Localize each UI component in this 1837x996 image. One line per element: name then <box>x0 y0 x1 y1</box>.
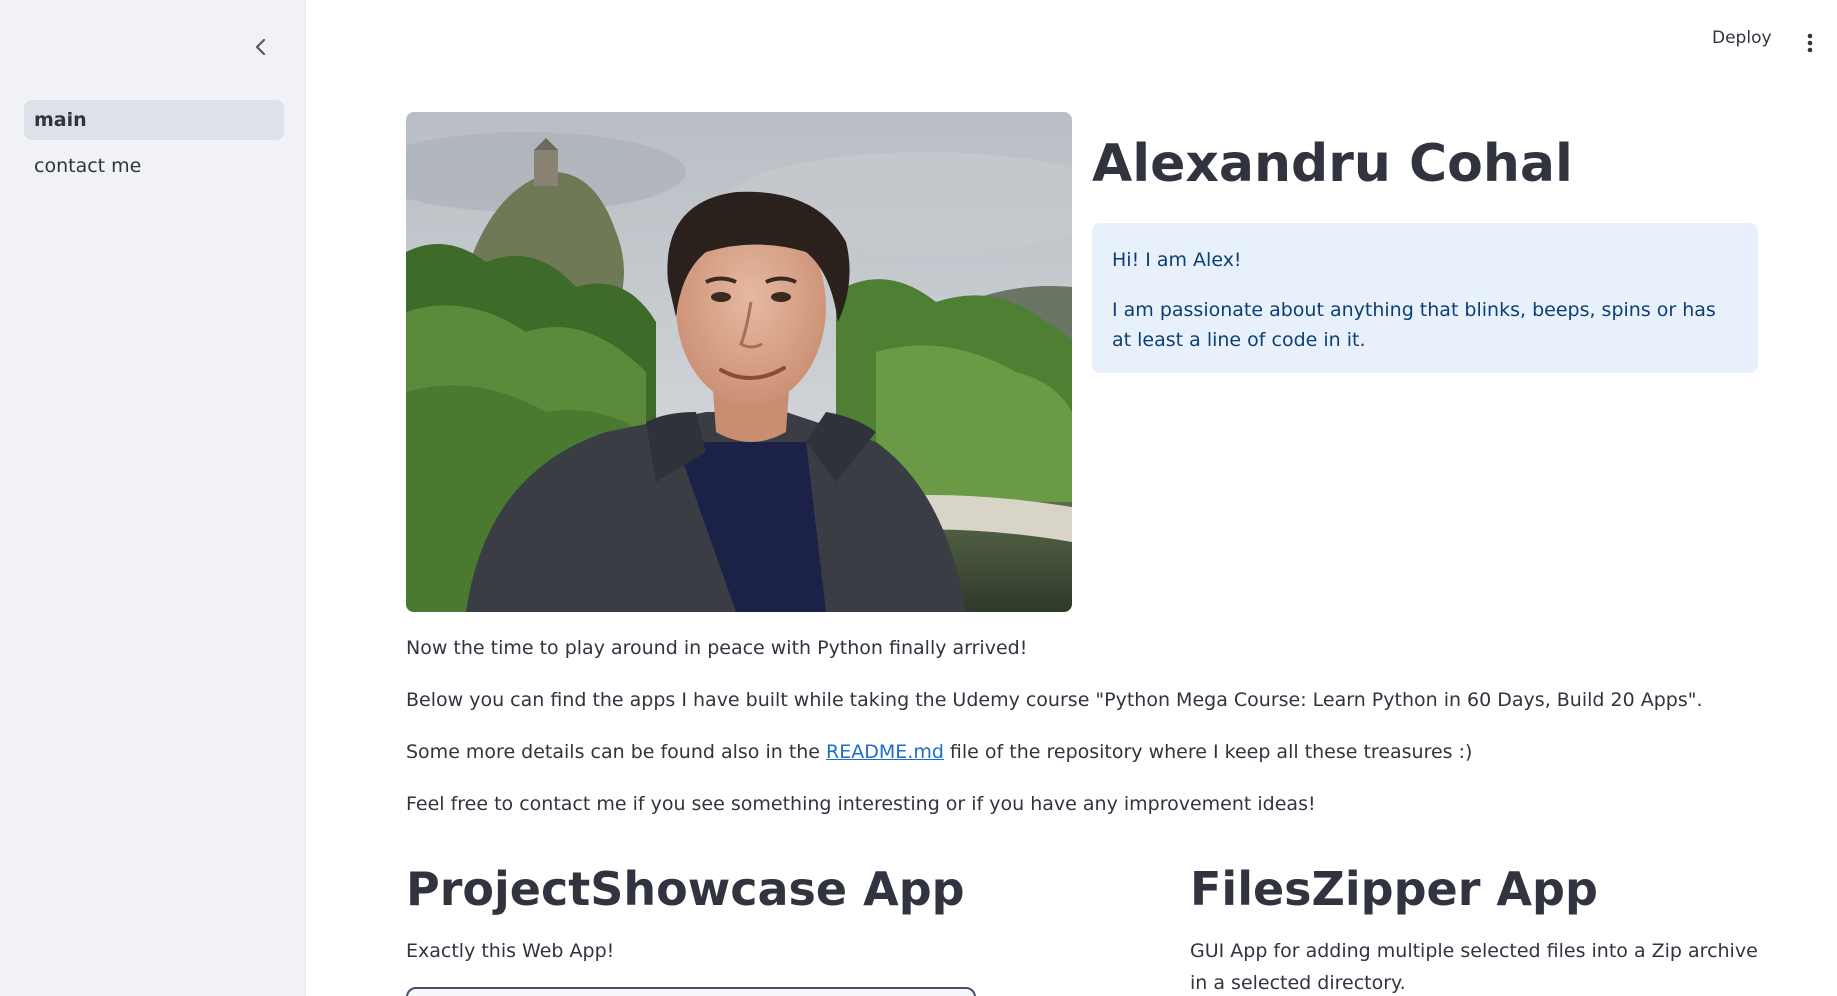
readme-text-before: Some more details can be found also in t… <box>406 741 827 763</box>
sidebar-item-contact-me[interactable]: contact me <box>24 146 284 186</box>
paragraph-python: Now the time to play around in peace wit… <box>406 637 1028 659</box>
intro-text: Hi! I am Alex! <box>1112 249 1242 271</box>
app-preview-projectshowcase[interactable] <box>406 987 976 996</box>
app-desc-projectshowcase: Exactly this Web App! <box>406 940 615 962</box>
passion-text: I am passionate about anything that blin… <box>1112 299 1716 351</box>
paragraph-udemy: Below you can find the apps I have built… <box>406 689 1703 711</box>
chevron-left-icon <box>255 38 266 56</box>
app-desc-fileszipper: GUI App for adding multiple selected fil… <box>1190 940 1758 994</box>
page-title: Alexandru Cohal <box>1092 134 1573 194</box>
collapse-sidebar-button[interactable] <box>246 32 276 62</box>
app-title-fileszipper: FilesZipper App <box>1190 862 1598 916</box>
deploy-button[interactable]: Deploy <box>1712 28 1772 48</box>
sidebar-item-main[interactable]: main <box>24 100 284 140</box>
sidebar-nav: main contact me <box>24 100 284 192</box>
main-menu-button[interactable] <box>1800 30 1820 56</box>
readme-link[interactable]: README.md <box>826 741 944 763</box>
paragraph-readme: Some more details can be found also in t… <box>406 741 1472 763</box>
app-title-projectshowcase: ProjectShowcase App <box>406 862 965 916</box>
profile-photo <box>406 112 1072 612</box>
readme-text-after: file of the repository where I keep all … <box>943 741 1473 763</box>
app-root: main contact me Deploy Alexandru Cohal H… <box>0 0 1837 996</box>
paragraph-contact: Feel free to contact me if you see somet… <box>406 793 1316 815</box>
info-box: Hi! I am Alex! I am passionate about any… <box>1092 223 1758 373</box>
sidebar: main contact me <box>0 0 306 996</box>
more-vertical-icon <box>1807 33 1813 53</box>
